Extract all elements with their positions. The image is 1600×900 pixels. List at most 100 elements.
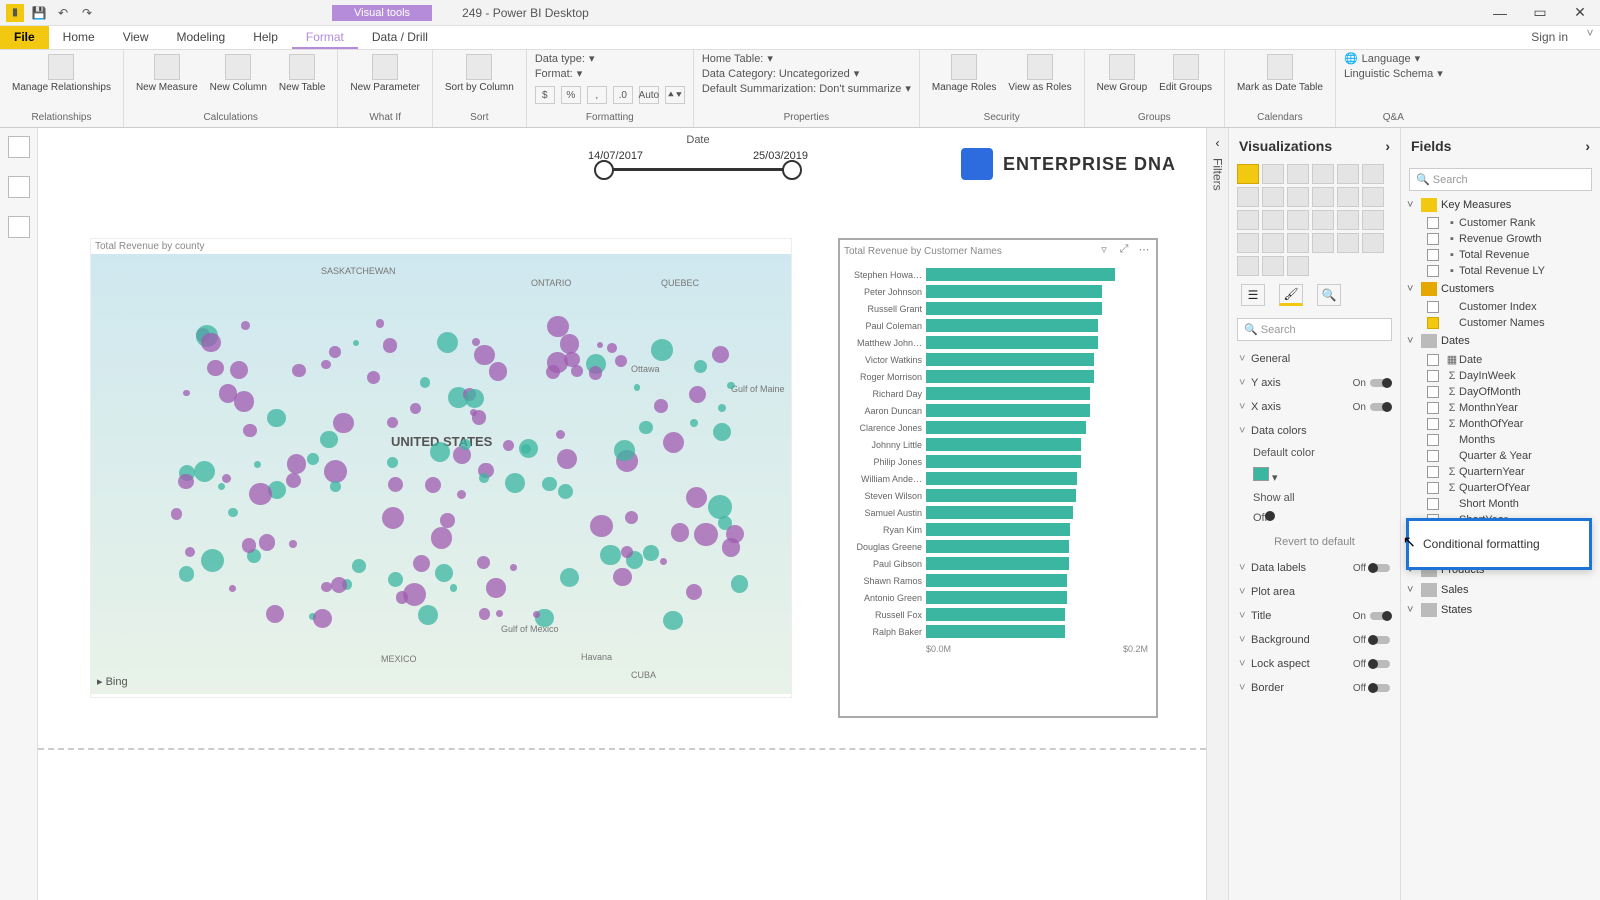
more-options-icon[interactable]: ⋯: [1136, 243, 1152, 259]
map-bubble[interactable]: [331, 577, 347, 593]
map-visual[interactable]: Total Revenue by county UNITED STATES ME…: [90, 238, 792, 698]
map-bubble[interactable]: [410, 403, 421, 414]
map-bubble[interactable]: [663, 432, 684, 453]
map-bubble[interactable]: [689, 386, 706, 403]
viz-type-icon[interactable]: [1312, 164, 1334, 184]
map-bubble[interactable]: [660, 558, 667, 565]
map-bubble[interactable]: [519, 439, 538, 458]
bar-rect[interactable]: [926, 404, 1090, 417]
viz-type-icon[interactable]: [1337, 164, 1359, 184]
map-bubble[interactable]: [313, 609, 332, 628]
map-bubble[interactable]: [242, 538, 256, 552]
sort-by-column-button[interactable]: Sort by Column: [441, 52, 518, 95]
undo-icon[interactable]: ↶: [54, 4, 72, 22]
viz-type-icon[interactable]: [1337, 210, 1359, 230]
map-bubble[interactable]: [259, 534, 275, 550]
field-row[interactable]: Σ DayInWeek: [1401, 368, 1600, 384]
map-bubble[interactable]: [183, 390, 189, 396]
map-bubble[interactable]: [708, 495, 732, 519]
language-dropdown[interactable]: 🌐 Language ▾: [1344, 52, 1443, 65]
bar-rect[interactable]: [926, 574, 1067, 587]
maximize-icon[interactable]: ▭: [1520, 0, 1560, 26]
map-bubble[interactable]: [713, 423, 731, 441]
map-bubble[interactable]: [243, 424, 257, 438]
map-bubble[interactable]: [286, 473, 301, 488]
map-bubble[interactable]: [489, 362, 508, 381]
table-row[interactable]: ˅Key Measures: [1401, 195, 1600, 215]
field-checkbox[interactable]: [1427, 418, 1439, 430]
viz-type-icon[interactable]: [1262, 256, 1284, 276]
map-bubble[interactable]: [413, 555, 430, 572]
map-bubble[interactable]: [241, 321, 250, 330]
background-toggle[interactable]: [1370, 636, 1390, 644]
new-group-button[interactable]: New Group: [1093, 52, 1152, 95]
date-slicer[interactable]: Date 14/07/201725/03/2019: [578, 134, 818, 173]
bar-rect[interactable]: [926, 591, 1067, 604]
field-checkbox[interactable]: [1427, 265, 1439, 277]
field-row[interactable]: Quarter & Year: [1401, 448, 1600, 464]
new-table-button[interactable]: New Table: [275, 52, 330, 95]
map-bubble[interactable]: [613, 568, 631, 586]
field-checkbox[interactable]: [1427, 450, 1439, 462]
viz-type-icon[interactable]: [1237, 256, 1259, 276]
border-toggle[interactable]: [1370, 684, 1390, 692]
map-bubble[interactable]: [686, 584, 702, 600]
field-row[interactable]: Short Month: [1401, 496, 1600, 512]
map-bubble[interactable]: [267, 409, 285, 427]
map-bubble[interactable]: [542, 477, 556, 491]
redo-icon[interactable]: ↷: [78, 4, 96, 22]
map-bubble[interactable]: [625, 511, 638, 524]
bar-rect[interactable]: [926, 489, 1076, 502]
field-checkbox[interactable]: [1427, 482, 1439, 494]
map-bubble[interactable]: [560, 334, 580, 354]
tab-modeling[interactable]: Modeling: [162, 26, 239, 49]
field-row[interactable]: Customer Names: [1401, 315, 1600, 331]
map-bubble[interactable]: [222, 474, 231, 483]
new-parameter-button[interactable]: New Parameter: [346, 52, 423, 95]
title-toggle[interactable]: [1370, 612, 1390, 620]
bar-rect[interactable]: [926, 268, 1115, 281]
bar-rect[interactable]: [926, 370, 1094, 383]
map-bubble[interactable]: [219, 384, 237, 402]
filters-pane-collapsed[interactable]: ‹ Filters: [1206, 128, 1228, 900]
map-bubble[interactable]: [367, 371, 381, 385]
map-bubble[interactable]: [571, 365, 583, 377]
save-icon[interactable]: 💾: [30, 4, 48, 22]
map-bubble[interactable]: [287, 454, 306, 473]
map-bubble[interactable]: [292, 364, 306, 378]
map-bubble[interactable]: [663, 611, 683, 631]
map-bubble[interactable]: [307, 453, 319, 465]
map-bubble[interactable]: [201, 549, 224, 572]
map-bubble[interactable]: [712, 346, 729, 363]
bar-rect[interactable]: [926, 319, 1098, 332]
map-bubble[interactable]: [505, 473, 525, 493]
viz-type-icon[interactable]: [1287, 164, 1309, 184]
field-row[interactable]: Σ MonthOfYear: [1401, 416, 1600, 432]
field-row[interactable]: ▪ Total Revenue: [1401, 247, 1600, 263]
map-bubble[interactable]: [228, 508, 237, 517]
map-bubble[interactable]: [437, 332, 458, 353]
viz-stacked-bar-icon[interactable]: [1237, 164, 1259, 184]
map-bubble[interactable]: [383, 338, 398, 353]
bar-rect[interactable]: [926, 506, 1073, 519]
percent-icon[interactable]: %: [561, 86, 581, 104]
collapse-ribbon-icon[interactable]: ˅: [1580, 26, 1600, 49]
tab-format[interactable]: Format: [292, 26, 358, 49]
format-search-input[interactable]: 🔍 Search: [1237, 318, 1392, 341]
auto-decimals[interactable]: Auto: [639, 86, 659, 104]
viz-type-icon[interactable]: [1262, 164, 1284, 184]
report-canvas[interactable]: Date 14/07/201725/03/2019 ENTERPRISE DNA…: [38, 128, 1206, 900]
map-bubble[interactable]: [194, 461, 215, 482]
map-bubble[interactable]: [201, 333, 220, 352]
field-checkbox[interactable]: [1427, 434, 1439, 446]
map-bubble[interactable]: [435, 564, 453, 582]
map-bubble[interactable]: [178, 474, 194, 490]
field-checkbox[interactable]: [1427, 498, 1439, 510]
format-x-axis[interactable]: ˅X axisOn: [1229, 395, 1400, 419]
view-as-roles-button[interactable]: View as Roles: [1004, 52, 1075, 95]
bar-rect[interactable]: [926, 285, 1102, 298]
viz-type-icon[interactable]: [1237, 187, 1259, 207]
field-checkbox[interactable]: [1427, 370, 1439, 382]
format-background[interactable]: ˅BackgroundOff: [1229, 628, 1400, 652]
map-bubble[interactable]: [230, 361, 248, 379]
